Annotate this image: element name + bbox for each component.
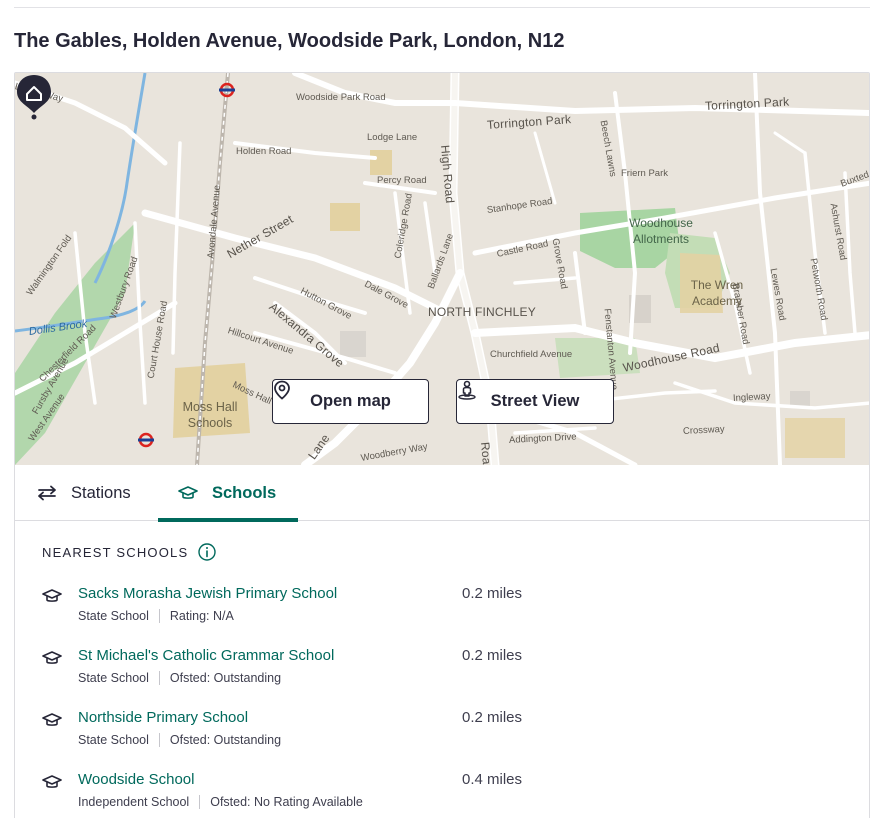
map-label: Percy Road [377, 175, 427, 186]
school-list-item: Northside Primary School State School Of… [42, 709, 842, 753]
school-distance: 0.2 miles [462, 709, 523, 726]
school-list-item: Sacks Morasha Jewish Primary School Stat… [42, 585, 842, 629]
school-type: State School [78, 733, 149, 747]
tab-stations-label: Stations [71, 483, 131, 502]
map-label: Crossway [682, 423, 725, 437]
tab-schools-label: Schools [212, 483, 277, 502]
map-label: NORTH FINCHLEY [428, 305, 536, 319]
school-type: State School [78, 609, 149, 623]
school-distance: 0.2 miles [462, 585, 523, 602]
map-label: Road [478, 441, 495, 465]
meta-divider [158, 671, 160, 685]
school-name-link[interactable]: Northside Primary School [78, 709, 248, 726]
location-marker-icon [274, 380, 290, 400]
map-label: Woodhouse Allotments [629, 216, 693, 246]
location-card: Woodside Park Road Torrington Park Torri… [14, 72, 870, 818]
open-map-label: Open map [310, 392, 391, 410]
map-label: Churchfield Avenue [490, 349, 573, 360]
info-icon[interactable] [198, 543, 217, 561]
map-label: Holden Road [236, 146, 292, 157]
street-view-label: Street View [490, 392, 580, 410]
tab-bar: Stations Schools [15, 465, 869, 522]
graduation-cap-icon [42, 713, 62, 726]
school-distance: 0.4 miles [462, 771, 523, 788]
school-meta: State School Ofsted: Outstanding [78, 733, 281, 747]
map-label: Friern Park [621, 168, 668, 179]
school-type: State School [78, 671, 149, 685]
school-list-item: Woodside School Independent School Ofste… [42, 771, 842, 815]
school-meta: Independent School Ofsted: No Rating Ava… [78, 795, 363, 809]
top-divider [14, 7, 870, 8]
nearest-schools-header: NEAREST SCHOOLS [42, 543, 217, 561]
graduation-cap-icon [42, 651, 62, 664]
school-meta: State School Rating: N/A [78, 609, 234, 623]
school-name-link[interactable]: Sacks Morasha Jewish Primary School [78, 585, 337, 602]
map-label: Moss Hall Schools [182, 400, 238, 430]
tab-stations[interactable]: Stations [37, 465, 131, 521]
graduation-cap-icon [178, 486, 198, 499]
property-address: The Gables, Holden Avenue, Woodside Park… [14, 30, 565, 52]
school-rating: Rating: N/A [169, 609, 234, 623]
school-list-item: St Michael's Catholic Grammar School Sta… [42, 647, 842, 691]
map-label: Woodside Park Road [296, 92, 386, 103]
school-name-link[interactable]: St Michael's Catholic Grammar School [78, 647, 334, 664]
school-rating: Ofsted: No Rating Available [210, 795, 363, 809]
meta-divider [158, 733, 160, 747]
map-label: Ingleway [732, 391, 771, 404]
property-location-pin-icon [17, 75, 51, 120]
tab-schools[interactable]: Schools [158, 465, 298, 522]
school-distance: 0.2 miles [462, 647, 523, 664]
street-view-button[interactable]: Street View [456, 379, 614, 424]
school-name-link[interactable]: Woodside School [78, 771, 194, 788]
map[interactable]: Woodside Park Road Torrington Park Torri… [15, 73, 869, 465]
school-type: Independent School [78, 795, 190, 809]
street-view-person-icon [458, 380, 476, 400]
open-map-button[interactable]: Open map [272, 379, 429, 424]
nearest-schools-title: NEAREST SCHOOLS [42, 544, 189, 560]
school-rating: Ofsted: Outstanding [169, 733, 282, 747]
train-arrows-icon [38, 485, 56, 501]
meta-divider [199, 795, 201, 809]
graduation-cap-icon [42, 589, 62, 602]
school-rating: Ofsted: Outstanding [169, 671, 282, 685]
school-meta: State School Ofsted: Outstanding [78, 671, 281, 685]
map-label: Lodge Lane [367, 132, 418, 143]
graduation-cap-icon [42, 775, 62, 788]
meta-divider [158, 609, 160, 623]
